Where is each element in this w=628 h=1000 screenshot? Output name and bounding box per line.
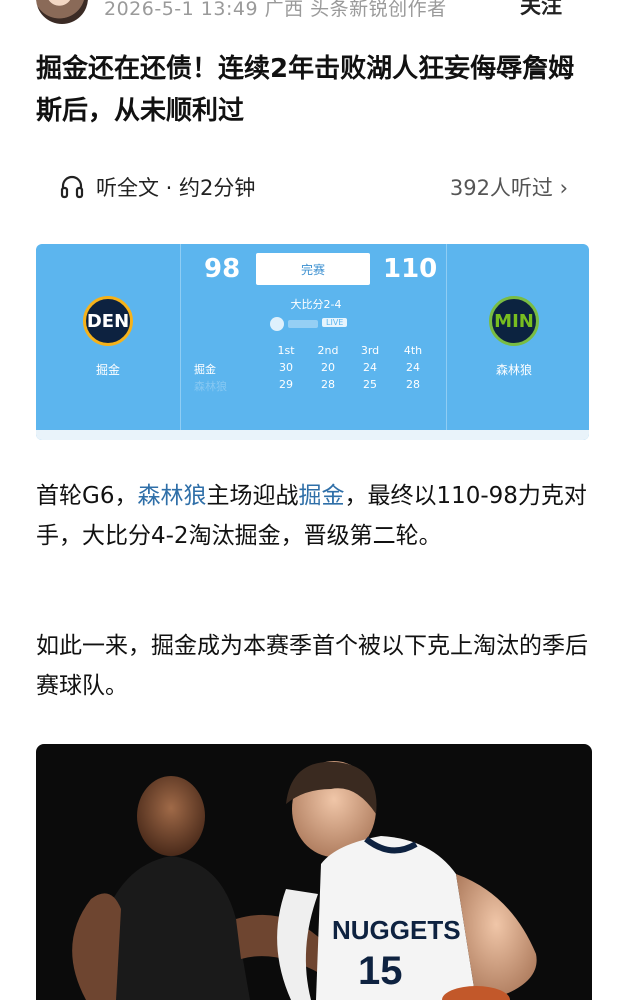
row-team-label: 掘金 <box>194 363 216 376</box>
quarter-score: 28 <box>406 378 420 391</box>
divider <box>180 244 181 430</box>
away-team-name: 森林狼 <box>495 363 532 377</box>
live-badge: LIVE <box>322 318 348 327</box>
home-team-abbr: DEN <box>86 311 130 332</box>
quarter-score: 24 <box>363 361 377 374</box>
away-score: 110 <box>383 254 438 284</box>
broadcast-logo: LIVE <box>270 317 358 333</box>
article-photo[interactable]: NUGGETS 15 <box>36 744 592 1000</box>
team-link-timberwolves[interactable]: 森林狼 <box>137 483 206 509</box>
listen-count[interactable]: 392人听过 › <box>450 172 568 202</box>
quarter-header: 1st <box>277 344 295 357</box>
series-score: 大比分2-4 <box>290 298 342 311</box>
timberwolves-logo: MIN <box>489 296 539 346</box>
quarter-score: 28 <box>321 378 335 391</box>
jersey-number: 15 <box>358 949 403 993</box>
listen-label: 听全文 · 约2分钟 <box>96 176 256 200</box>
divider <box>446 244 447 430</box>
game-status-badge: 完赛 <box>256 253 370 285</box>
follow-button[interactable]: 关注 <box>520 0 562 20</box>
article-paragraph: 如此一来，掘金成为本赛季首个被以下克上淘汰的季后赛球队。 <box>36 633 588 699</box>
headphones-icon <box>60 175 84 199</box>
author-avatar[interactable] <box>36 0 88 24</box>
quarter-score: 24 <box>406 361 420 374</box>
row-team-label: 森林狼 <box>194 380 227 393</box>
listen-row[interactable]: 听全文 · 约2分钟 392人听过 › <box>60 168 568 208</box>
nuggets-logo: DEN <box>83 296 133 346</box>
post-meta: 2026-5-1 13:49 广西 头条新锐创作者 <box>104 0 447 20</box>
team-link-nuggets[interactable]: 掘金 <box>298 483 344 509</box>
broadcast-icon <box>270 317 284 331</box>
quarter-score: 25 <box>363 378 377 391</box>
quarter-score: 30 <box>279 361 293 374</box>
quarter-header: 4th <box>403 344 423 357</box>
jersey-name: NUGGETS <box>332 915 461 945</box>
author-bar: 2026-5-1 13:49 广西 头条新锐创作者 关注 <box>0 0 628 30</box>
scoreboard-card[interactable]: DEN 掘金 MIN 森林狼 98 完赛 110 大比分2-4 LIVE 1st… <box>36 244 589 440</box>
home-score: 98 <box>204 254 241 284</box>
players-image: NUGGETS 15 <box>72 761 537 1000</box>
quarter-score: 29 <box>279 378 293 391</box>
quarter-header: 2nd <box>317 344 339 357</box>
away-team-abbr: MIN <box>494 311 534 332</box>
game-status: 完赛 <box>300 263 325 277</box>
quarter-score: 20 <box>321 361 335 374</box>
quarter-header: 3rd <box>360 344 380 357</box>
home-team-name: 掘金 <box>95 363 120 377</box>
article-paragraph: 首轮G6，森林狼主场迎战掘金，最终以110-98力克对手，大比分4-2淘汰掘金，… <box>36 483 587 549</box>
card-footer-strip <box>36 430 589 440</box>
article-title: 掘金还在还债！连续2年击败湖人狂妄侮辱詹姆斯后，从未顺利过 <box>36 54 575 126</box>
